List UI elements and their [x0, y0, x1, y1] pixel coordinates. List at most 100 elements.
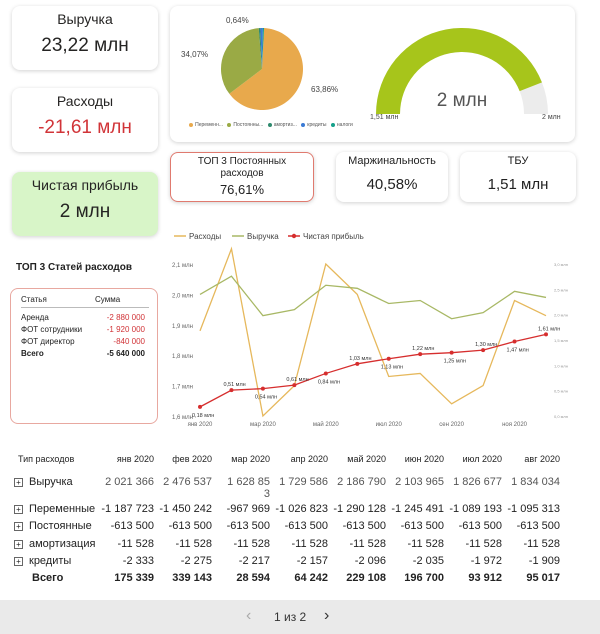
- profit-point[interactable]: [260, 386, 265, 391]
- top3-table-title: ТОП 3 Статей расходов: [16, 262, 133, 273]
- matrix-cell: -11 528: [407, 538, 445, 550]
- matrix-row[interactable]: + Переменные -1 187 723 -1 450 242 -967 969-…: [14, 503, 580, 519]
- pie-label-top: 0,64%: [226, 16, 249, 25]
- expand-icon[interactable]: +: [14, 521, 23, 531]
- expenses-card[interactable]: Расходы -21,61 млн: [12, 88, 158, 152]
- top3-expenses-table[interactable]: Статья Сумма Аренда -2 880 000 ФОТ сотру…: [10, 288, 158, 424]
- matrix-cell: 1 834 034: [511, 476, 560, 488]
- x-tick: июл 2020: [376, 422, 403, 428]
- chart-legend: Расходы Выручка Чистая прибыль: [174, 232, 364, 241]
- matrix-cell: -1 187 723: [101, 503, 154, 515]
- margin-label: Маржинальность: [348, 155, 436, 167]
- prev-page-icon[interactable]: ‹: [246, 607, 251, 625]
- series-line[interactable]: [199, 246, 547, 418]
- report-page: Выручка 23,22 млн Расходы -21,61 млн Чис…: [0, 0, 600, 600]
- line-chart[interactable]: Расходы Выручка Чистая прибыль 1,6 млн 1,…: [170, 228, 580, 428]
- matrix-cell: -1 089 193: [449, 503, 502, 515]
- profit-point[interactable]: [229, 388, 234, 393]
- matrix-cell: 2 021 366: [105, 476, 154, 488]
- matrix-row[interactable]: + амортизация -11 528 -11 528 -11 528 -11 528…: [14, 538, 580, 554]
- matrix-cell: -1 450 242: [159, 503, 212, 515]
- profit-point[interactable]: [386, 356, 391, 361]
- y-right-tick: 1,0 млн: [554, 363, 568, 368]
- expand-icon[interactable]: +: [14, 539, 23, 549]
- matrix-cell: 339 143: [172, 572, 212, 584]
- matrix-cell: -11 528: [465, 538, 503, 550]
- profit-point[interactable]: [449, 350, 454, 355]
- y-right-tick: 3,0 млн: [554, 262, 568, 267]
- matrix-row[interactable]: + кредиты -2 333 -2 275 -2 217 -2 157 -2 096 -2…: [14, 555, 580, 571]
- y-right-tick: 2,5 млн: [554, 287, 568, 292]
- matrix-cell: 95 017: [526, 572, 560, 584]
- matrix-cell: -2 157: [296, 555, 328, 567]
- legend-fixed: Постоянны...: [227, 122, 263, 128]
- matrix-cell: -613 500: [516, 520, 560, 532]
- matrix-cell: -2 275: [180, 555, 212, 567]
- gauge-max-label: 2 млн: [542, 114, 561, 121]
- profit-point[interactable]: [418, 352, 423, 357]
- profit-gauge[interactable]: 2 млн: [366, 18, 566, 128]
- profit-data-label: 0,61 млн: [286, 377, 308, 383]
- next-page-icon[interactable]: ›: [324, 607, 329, 625]
- matrix-row[interactable]: + Выручка 2 021 366 2 476 537 1 628 85 1 729 …: [14, 476, 580, 500]
- profit-point[interactable]: [512, 339, 517, 344]
- profit-data-label: 1,61 млн: [538, 326, 560, 332]
- matrix-row[interactable]: Всего 175 339 339 143 28 594 64 242 229 108 19…: [14, 572, 580, 588]
- expand-icon[interactable]: +: [14, 556, 23, 566]
- top3-fixed-card[interactable]: ТОП 3 Постоянных расходов 76,61%: [170, 152, 314, 202]
- matrix-cell: 1 729 586: [279, 476, 328, 488]
- pie-legend: Переменн... Постоянны... амортиз... кред…: [176, 122, 366, 128]
- profit-point[interactable]: [481, 348, 486, 353]
- margin-card[interactable]: Маржинальность 40,58%: [336, 152, 448, 202]
- profit-point[interactable]: [544, 332, 548, 337]
- matrix-row[interactable]: + Постоянные -613 500 -613 500 -613 500 -613 …: [14, 520, 580, 536]
- matrix-col-header: июл 2020: [462, 454, 502, 464]
- expense-pie-chart[interactable]: 0,64% 34,07% 63,86%: [170, 6, 370, 126]
- matrix-cell: -2 035: [412, 555, 444, 567]
- matrix-cell: -613 500: [400, 520, 444, 532]
- profit-point[interactable]: [323, 371, 328, 376]
- legend-revenue: Выручка: [247, 232, 279, 241]
- gauge-value: 2 млн: [437, 90, 488, 111]
- legend-expenses: Расходы: [189, 232, 221, 241]
- matrix-cell: -967 969: [226, 503, 270, 515]
- expense-matrix[interactable]: Тип расходов янв 2020 фев 2020 мар 2020 …: [14, 452, 580, 598]
- matrix-cell: -11 528: [117, 538, 155, 550]
- profit-data-label: 1,47 млн: [507, 348, 529, 354]
- gauge-min-label: 1,51 млн: [370, 114, 399, 121]
- top3-fixed-value: 76,61%: [219, 182, 265, 197]
- matrix-cell: -11 528: [233, 538, 271, 550]
- y-left-tick: 1,9 млн: [172, 324, 193, 330]
- y-left-tick: 1,7 млн: [172, 385, 193, 391]
- matrix-cell: -2 096: [354, 555, 386, 567]
- matrix-cell: 93 912: [468, 572, 502, 584]
- pie-gauge-panel: 0,64% 34,07% 63,86% Переменн... Постоянн…: [170, 6, 575, 142]
- top3-row: Аренда -2 880 000: [21, 313, 145, 322]
- matrix-col-header: июн 2020: [404, 454, 444, 464]
- series-line[interactable]: [199, 275, 547, 320]
- matrix-cell: -1 972: [470, 555, 502, 567]
- expand-icon[interactable]: +: [14, 477, 23, 487]
- tbu-card[interactable]: ТБУ 1,51 млн: [460, 152, 576, 202]
- expand-icon[interactable]: +: [14, 504, 23, 514]
- profit-point[interactable]: [292, 383, 297, 388]
- matrix-cell: 175 339: [114, 572, 154, 584]
- revenue-card[interactable]: Выручка 23,22 млн: [12, 6, 158, 70]
- matrix-cell: 28 594: [236, 572, 270, 584]
- matrix-cell: 2 476 537: [163, 476, 212, 488]
- y-left-tick: 1,6 млн: [172, 415, 193, 421]
- matrix-cell: 229 108: [346, 572, 386, 584]
- x-tick: мар 2020: [250, 422, 276, 428]
- matrix-col-header: май 2020: [347, 454, 386, 464]
- net-profit-card[interactable]: Чистая прибыль 2 млн: [12, 172, 158, 236]
- profit-point[interactable]: [198, 404, 202, 409]
- legend-amortization: амортиз...: [267, 122, 297, 128]
- matrix-cell: 1 826 677: [453, 476, 502, 488]
- y-right-tick: 0,0 млн: [554, 414, 568, 419]
- matrix-col-header: фев 2020: [172, 454, 212, 464]
- matrix-cell: -1 909: [528, 555, 560, 567]
- pie-label-right: 63,86%: [311, 85, 338, 94]
- matrix-cell: -11 528: [523, 538, 561, 550]
- x-tick: ноя 2020: [502, 422, 528, 428]
- profit-point[interactable]: [355, 361, 360, 366]
